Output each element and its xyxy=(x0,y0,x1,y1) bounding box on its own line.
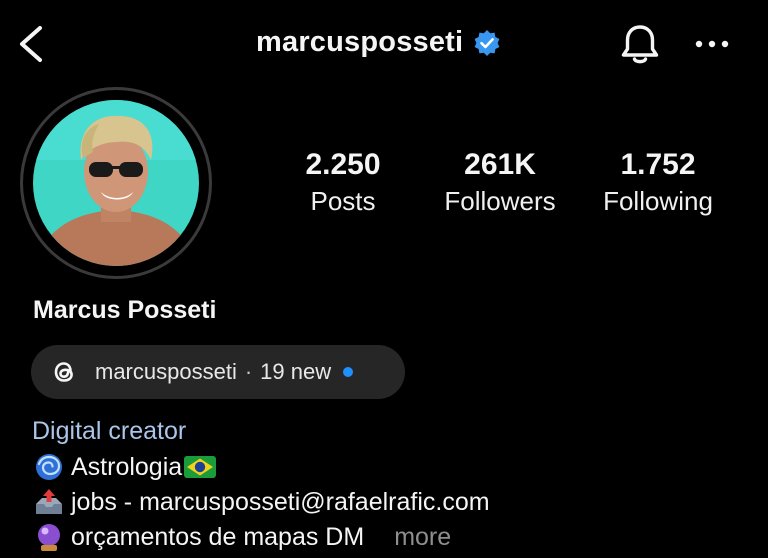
display-name: Marcus Posseti xyxy=(33,296,217,324)
posts-label: Posts xyxy=(310,186,376,216)
threads-badge-button[interactable]: marcusposseti · 19 new xyxy=(31,345,405,399)
threads-icon xyxy=(54,362,73,382)
bio-line-astrology: Astrologia xyxy=(33,452,222,482)
following-label: Following xyxy=(603,186,713,216)
chevron-left-icon[interactable] xyxy=(14,24,48,64)
profile-photo xyxy=(33,100,199,266)
profile-username-title: marcusposseti xyxy=(256,26,501,59)
more-horizontal-icon[interactable] xyxy=(692,32,732,56)
bio-quotes-text: orçamentos de mapas DM xyxy=(71,522,365,551)
crystal-ball-emoji xyxy=(38,524,60,551)
bio-jobs-text: jobs - marcusposseti@rafaelrafic.com xyxy=(71,487,490,516)
posts-count: 2.250 xyxy=(305,148,381,181)
profile-header: marcusposseti xyxy=(0,0,768,88)
new-indicator-dot xyxy=(343,367,354,377)
threads-separator: · xyxy=(244,359,253,384)
bell-icon[interactable] xyxy=(618,22,662,66)
brazil-flag-emoji xyxy=(184,456,217,478)
followers-count: 261K xyxy=(464,148,536,181)
bio-more-link[interactable]: more xyxy=(394,523,451,552)
verified-badge-icon xyxy=(474,29,500,56)
outbox-tray-emoji xyxy=(36,489,62,514)
stat-posts[interactable]: 2.250 Posts xyxy=(284,148,402,217)
bio-astrology-text: Astrologia xyxy=(71,452,183,481)
profile-category: Digital creator xyxy=(32,417,187,445)
stat-followers[interactable]: 261K Followers xyxy=(434,148,566,217)
followers-label: Followers xyxy=(444,186,556,216)
threads-new-count: 19 new xyxy=(260,359,332,384)
following-count: 1.752 xyxy=(620,148,696,181)
bio-line-quotes: orçamentos de mapas DM more xyxy=(33,522,451,552)
threads-username: marcusposseti xyxy=(95,359,237,384)
cyclone-emoji xyxy=(36,454,62,480)
bio-line-jobs: jobs - marcusposseti@rafaelrafic.com xyxy=(33,487,490,517)
username-text: marcusposseti xyxy=(256,26,464,58)
stat-following[interactable]: 1.752 Following xyxy=(590,148,726,217)
avatar[interactable] xyxy=(33,100,199,266)
